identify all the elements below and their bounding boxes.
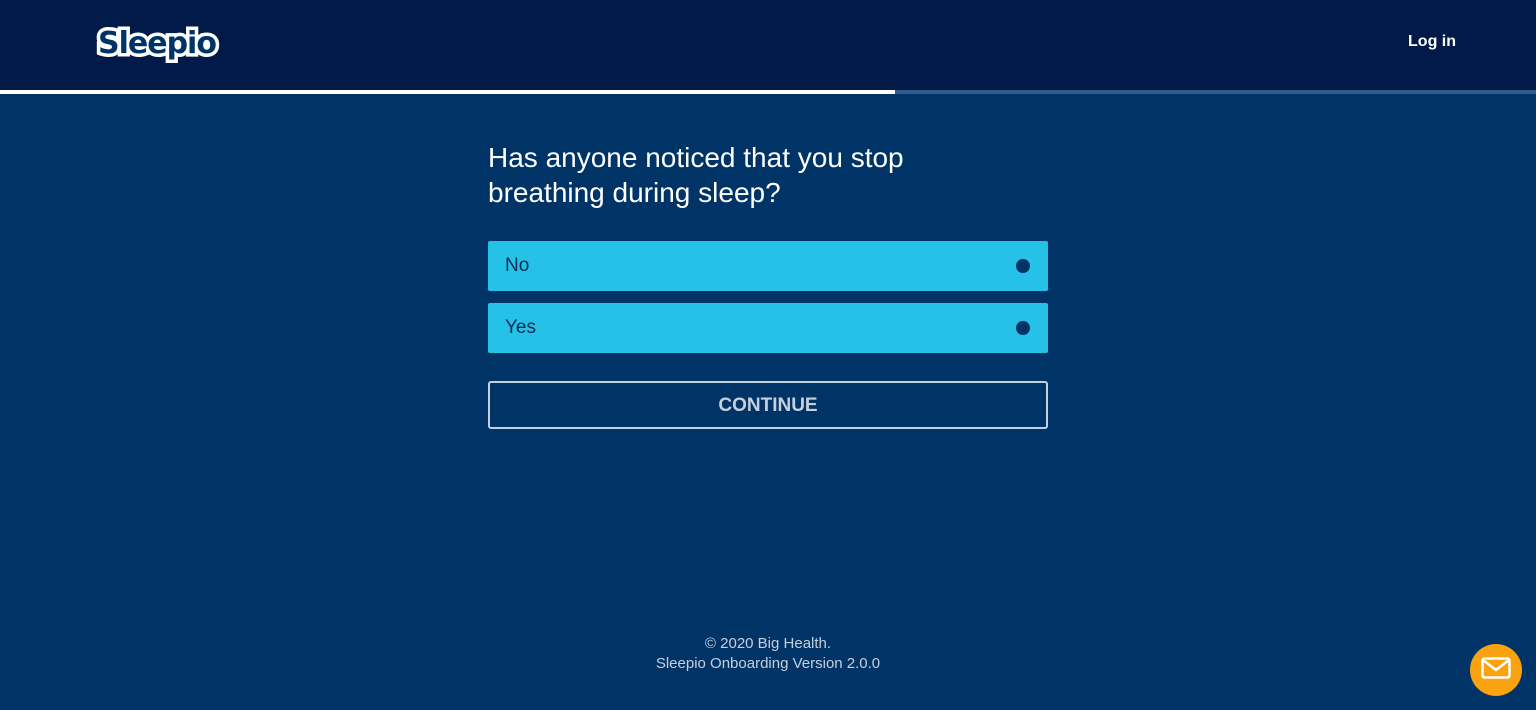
logo-trademark: ™ xyxy=(200,33,206,39)
chat-button[interactable] xyxy=(1470,644,1522,696)
page: Sleepio ™ Log in Has anyone noticed that… xyxy=(0,0,1536,710)
continue-button[interactable]: CONTINUE xyxy=(488,381,1048,429)
radio-dot-icon xyxy=(1016,259,1030,273)
radio-dot-icon xyxy=(1016,321,1030,335)
question-title: Has anyone noticed that you stop breathi… xyxy=(488,142,904,208)
copyright-text: © 2020 Big Health. xyxy=(704,635,832,652)
login-link[interactable]: Log in xyxy=(1408,33,1456,51)
logo-text: Sleepio xyxy=(95,23,221,65)
answer-options: No Yes xyxy=(488,241,1048,353)
progress-bar-fill xyxy=(0,90,896,94)
option-yes[interactable]: Yes xyxy=(488,303,1048,353)
option-label: Yes xyxy=(505,317,536,338)
mail-icon xyxy=(1481,656,1511,684)
sleepio-logo[interactable]: Sleepio ™ xyxy=(95,23,221,65)
top-navigation-bar: Sleepio ™ Log in xyxy=(0,0,1536,90)
option-label: No xyxy=(505,255,530,276)
progress-bar xyxy=(0,90,1536,94)
footer: © 2020 Big Health. Sleepio Onboarding Ve… xyxy=(0,634,1536,674)
question-panel: Has anyone noticed that you stop breathi… xyxy=(488,140,1048,429)
version-text: Sleepio Onboarding Version 2.0.0 xyxy=(655,655,881,672)
option-no[interactable]: No xyxy=(488,241,1048,291)
